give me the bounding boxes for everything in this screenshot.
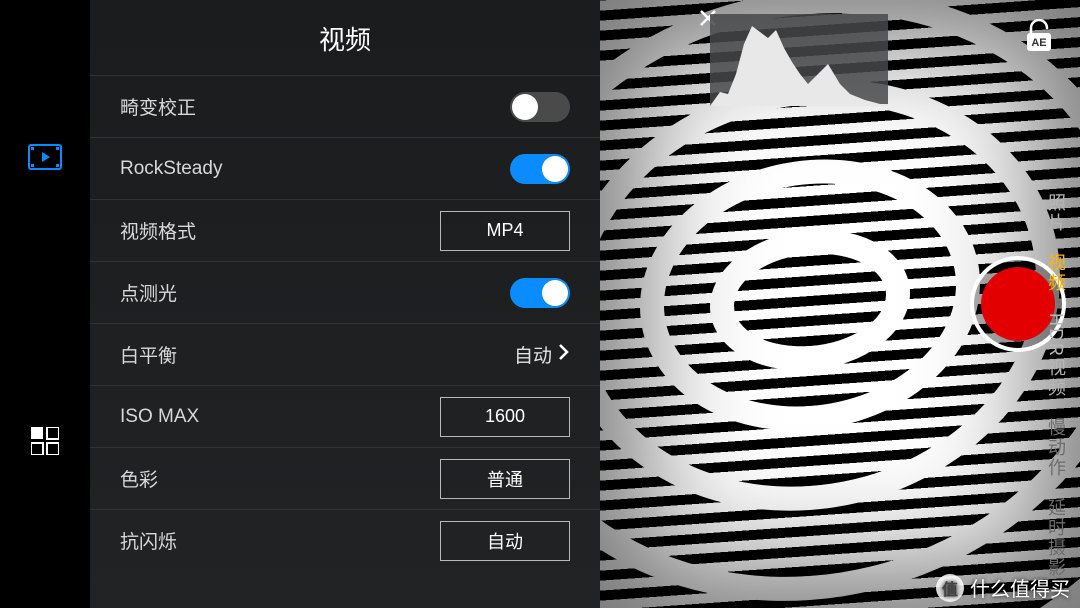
camera-preview: AE 照片 视频 HDR视频 慢动作 延时摄影 值 什么值得买 xyxy=(600,0,1080,608)
spot-meter-toggle[interactable] xyxy=(510,278,570,308)
row-color: 色彩 普通 xyxy=(90,447,600,509)
video-settings-panel: 视频 畸变校正 RockSteady 视频格式 MP4 点测光 白平衡 自动 I… xyxy=(90,0,600,608)
spot-meter-label: 点测光 xyxy=(120,279,177,306)
mode-timelapse[interactable]: 延时摄影 xyxy=(1043,498,1069,578)
mode-rail: 照片 视频 HDR视频 慢动作 延时摄影 xyxy=(1036,0,1076,608)
anti-flicker-label: 抗闪烁 xyxy=(120,527,177,554)
mode-photo[interactable]: 照片 xyxy=(1043,193,1069,233)
rocksteady-toggle[interactable] xyxy=(510,154,570,184)
row-spot-meter: 点测光 xyxy=(90,261,600,323)
wb-value: 自动 xyxy=(514,341,552,368)
mode-video[interactable]: 视频 xyxy=(1043,253,1069,293)
distortion-toggle[interactable] xyxy=(510,92,570,122)
grid-tab-icon[interactable] xyxy=(28,424,62,458)
left-rail xyxy=(0,0,90,608)
wb-label: 白平衡 xyxy=(120,341,177,368)
iso-max-label: ISO MAX xyxy=(120,406,199,428)
color-value[interactable]: 普通 xyxy=(440,459,570,499)
watermark-badge-icon: 值 xyxy=(936,574,964,602)
mode-slowmo[interactable]: 慢动作 xyxy=(1043,418,1069,478)
format-label: 视频格式 xyxy=(120,217,196,244)
video-tab-icon[interactable] xyxy=(28,140,62,174)
anti-flicker-value[interactable]: 自动 xyxy=(440,521,570,561)
watermark: 值 什么值得买 xyxy=(936,573,1070,602)
row-iso-max: ISO MAX 1600 xyxy=(90,385,600,447)
watermark-text: 什么值得买 xyxy=(970,573,1070,602)
distortion-label: 畸变校正 xyxy=(120,93,196,120)
wb-value-nav[interactable]: 自动 xyxy=(514,341,570,368)
row-rocksteady: RockSteady xyxy=(90,137,600,199)
row-format: 视频格式 MP4 xyxy=(90,199,600,261)
histogram xyxy=(710,14,888,106)
row-distortion: 畸变校正 xyxy=(90,75,600,137)
panel-title: 视频 xyxy=(90,0,600,75)
format-value[interactable]: MP4 xyxy=(440,211,570,251)
row-white-balance[interactable]: 白平衡 自动 xyxy=(90,323,600,385)
rocksteady-label: RockSteady xyxy=(120,158,222,180)
iso-max-value[interactable]: 1600 xyxy=(440,397,570,437)
mode-hdr-video[interactable]: HDR视频 xyxy=(1043,313,1069,398)
row-anti-flicker: 抗闪烁 自动 xyxy=(90,509,600,571)
color-label: 色彩 xyxy=(120,465,158,492)
chevron-right-icon xyxy=(558,343,570,367)
